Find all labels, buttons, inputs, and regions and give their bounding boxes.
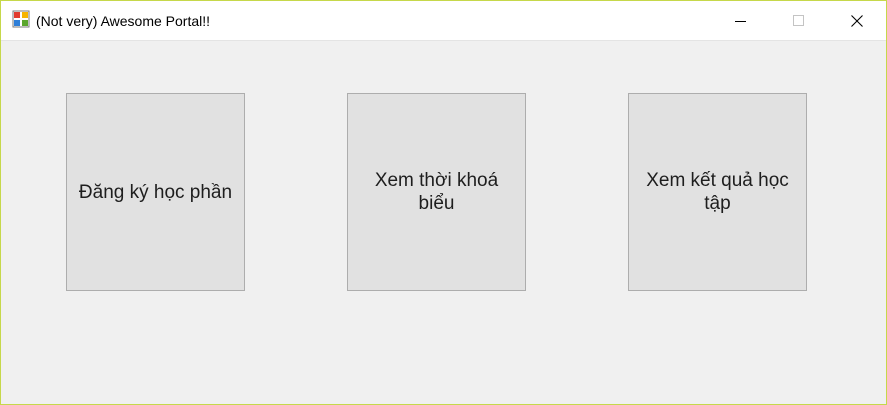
- maximize-button[interactable]: [770, 1, 828, 40]
- view-timetable-button[interactable]: Xem thời khoá biểu: [347, 93, 526, 291]
- register-courses-button[interactable]: Đăng ký học phần: [66, 93, 245, 291]
- maximize-icon: [793, 14, 804, 26]
- minimize-icon: [735, 20, 746, 22]
- app-window: (Not very) Awesome Portal!! Đăng ký học …: [0, 0, 887, 405]
- minimize-button[interactable]: [712, 1, 770, 40]
- windows-forms-app-icon: [12, 10, 30, 28]
- title-bar[interactable]: (Not very) Awesome Portal!!: [1, 1, 886, 41]
- close-icon: [851, 14, 863, 27]
- view-results-label: Xem kết quả học tập: [646, 170, 789, 214]
- close-button[interactable]: [828, 1, 886, 40]
- window-title: (Not very) Awesome Portal!!: [36, 13, 211, 29]
- register-courses-label: Đăng ký học phần: [78, 181, 233, 203]
- form-client-area: Đăng ký học phần Xem thời khoá biểu Xem …: [1, 41, 886, 404]
- view-results-button[interactable]: Xem kết quả học tập: [628, 93, 807, 291]
- view-timetable-label: Xem thời khoá biểu: [374, 170, 499, 214]
